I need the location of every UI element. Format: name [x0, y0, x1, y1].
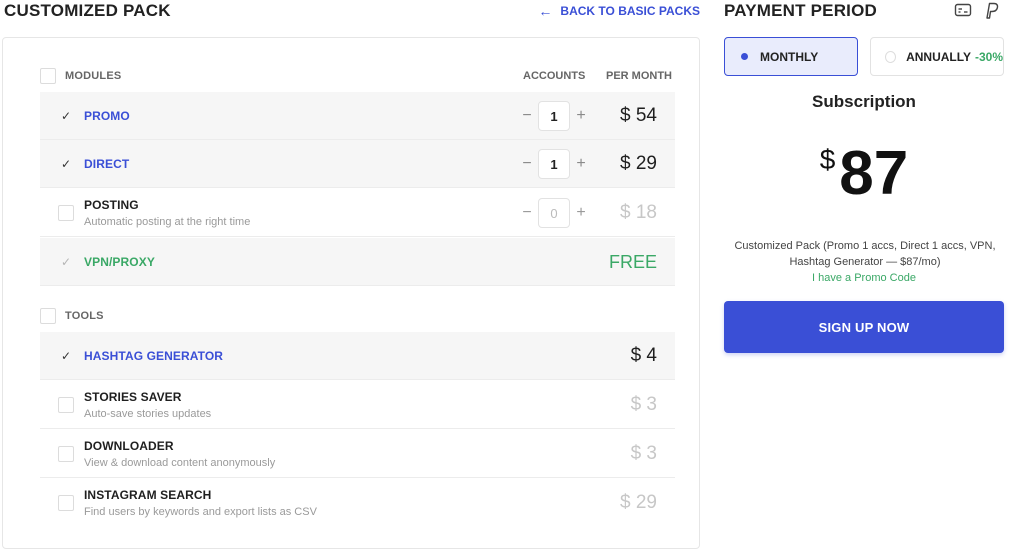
annual-discount-badge: -30%	[974, 49, 1003, 64]
subscription-title: Subscription	[812, 92, 916, 111]
posting-accounts-stepper[interactable]: − 0 +	[516, 198, 592, 228]
tool-price: $ 3	[630, 443, 657, 464]
module-price: $ 18	[620, 202, 657, 223]
tool-row-instagram-search[interactable]: INSTAGRAM SEARCH Find users by keywords …	[40, 479, 675, 527]
promo-checkbox[interactable]	[58, 108, 74, 124]
tool-name: INSTAGRAM SEARCH	[84, 488, 212, 502]
tool-description: Auto-save stories updates	[84, 408, 212, 420]
module-description: Automatic posting at the right time	[84, 216, 251, 228]
tool-row-stories-saver[interactable]: STORIES SAVER Auto-save stories updates …	[40, 381, 675, 429]
accounts-column-header: ACCOUNTS	[523, 70, 586, 82]
monthly-option-button[interactable]: MONTHLY	[724, 37, 858, 76]
tool-description: View & download content anonymously	[84, 457, 276, 469]
tool-row-downloader[interactable]: DOWNLOADER View & download content anony…	[40, 430, 675, 478]
instagram-search-checkbox[interactable]	[58, 495, 74, 511]
tool-price: $ 4	[630, 345, 657, 366]
tool-name: HASHTAG GENERATOR	[84, 349, 224, 363]
payment-period-title: PAYMENT PERIOD	[724, 1, 877, 20]
accounts-value[interactable]: 1	[538, 101, 570, 131]
radio-selected	[741, 53, 748, 60]
decrement-button[interactable]: −	[516, 204, 538, 222]
increment-button[interactable]: +	[570, 204, 592, 222]
payment-period-header: PAYMENT PERIOD	[724, 0, 1004, 22]
radio-unselected	[885, 50, 897, 63]
tools-section-header: TOOLS	[40, 304, 675, 328]
module-row-posting[interactable]: POSTING Automatic posting at the right t…	[40, 189, 675, 237]
module-name: VPN/PROXY	[84, 255, 155, 269]
arrow-left-icon: ←	[538, 3, 553, 19]
tools-label: TOOLS	[65, 310, 104, 322]
direct-checkbox[interactable]	[58, 156, 74, 172]
stories-saver-checkbox[interactable]	[58, 397, 74, 413]
paypal-icon[interactable]	[984, 2, 1000, 20]
hashtag-generator-checkbox[interactable]	[58, 348, 74, 364]
tools-select-all-checkbox[interactable]	[40, 308, 56, 324]
page-title: CUSTOMIZED PACK	[4, 1, 171, 20]
monthly-label: MONTHLY	[760, 49, 819, 64]
back-link-label: BACK TO BASIC PACKS	[560, 4, 700, 18]
per-month-column-header: PER MONTH	[606, 70, 672, 82]
subscription-total: $ 87	[724, 134, 1004, 214]
module-price: $ 29	[620, 153, 657, 174]
module-name: POSTING	[84, 198, 139, 212]
downloader-checkbox[interactable]	[58, 446, 74, 462]
increment-button[interactable]: +	[570, 107, 592, 125]
tool-price: $ 29	[620, 492, 657, 513]
tool-price: $ 3	[630, 394, 657, 415]
accounts-value[interactable]: 1	[538, 149, 570, 179]
increment-button[interactable]: +	[570, 155, 592, 173]
modules-label: MODULES	[65, 70, 122, 82]
vpn-proxy-checkbox	[58, 254, 74, 270]
tool-name: DOWNLOADER	[84, 439, 174, 453]
modules-select-all-checkbox[interactable]	[40, 68, 56, 84]
sign-up-now-button[interactable]: SIGN UP NOW	[724, 301, 1004, 353]
tool-name: STORIES SAVER	[84, 390, 182, 404]
module-price-free: FREE	[608, 251, 657, 272]
annually-option-button[interactable]: ANNUALLY -30%	[870, 37, 1004, 76]
module-row-vpn-proxy: VPN/PROXY FREE	[40, 238, 675, 286]
tool-row-hashtag-generator[interactable]: HASHTAG GENERATOR $ 4	[40, 332, 675, 380]
direct-accounts-stepper[interactable]: − 1 +	[516, 149, 592, 179]
decrement-button[interactable]: −	[516, 107, 538, 125]
module-price: $ 54	[620, 105, 657, 126]
accounts-value[interactable]: 0	[538, 198, 570, 228]
annually-label: ANNUALLY	[906, 49, 971, 64]
back-to-basic-packs-link[interactable]: ← BACK TO BASIC PACKS	[538, 3, 700, 19]
customized-pack-header: CUSTOMIZED PACK ← BACK TO BASIC PACKS	[0, 0, 700, 22]
payment-method-icons	[954, 2, 1000, 20]
module-name: PROMO	[84, 109, 130, 123]
pack-summary: Customized Pack (Promo 1 accs, Direct 1 …	[734, 240, 996, 268]
currency-symbol: $	[819, 144, 836, 175]
posting-checkbox[interactable]	[58, 205, 74, 221]
decrement-button[interactable]: −	[516, 155, 538, 173]
tool-description: Find users by keywords and export lists …	[84, 506, 317, 518]
credit-card-icon[interactable]	[954, 2, 972, 20]
module-row-promo[interactable]: PROMO − 1 + $ 54	[40, 92, 675, 140]
modules-section-header: MODULES ACCOUNTS PER MONTH	[40, 64, 675, 88]
module-row-direct[interactable]: DIRECT − 1 + $ 29	[40, 140, 675, 188]
promo-code-link[interactable]: I have a Promo Code	[724, 272, 1004, 284]
total-amount: 87	[839, 139, 909, 208]
promo-accounts-stepper[interactable]: − 1 +	[516, 101, 592, 131]
module-name: DIRECT	[84, 157, 130, 171]
